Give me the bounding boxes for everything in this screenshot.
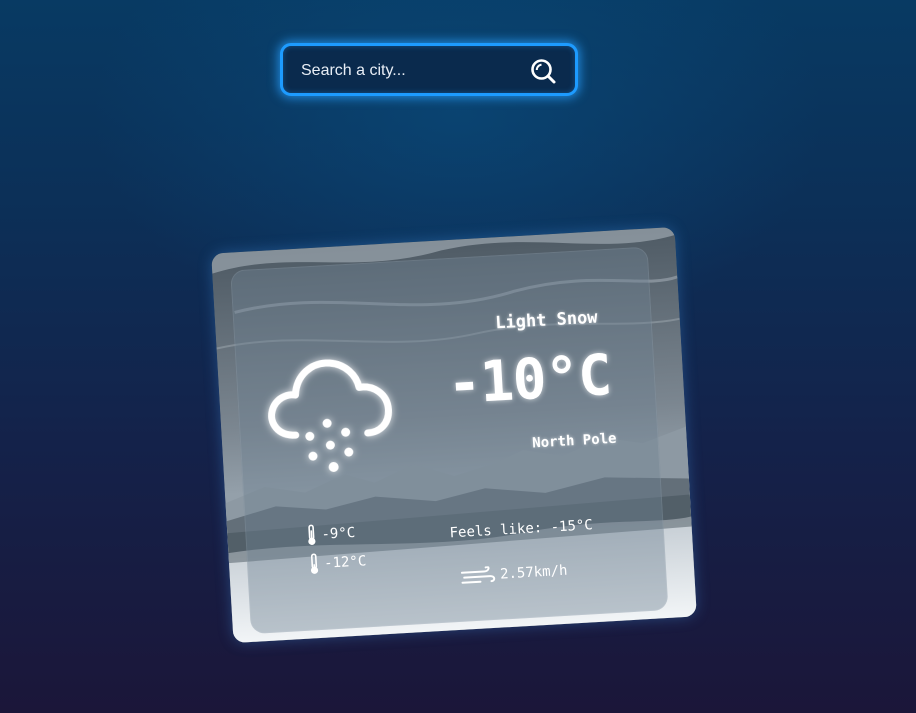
snow-cloud-icon	[261, 341, 398, 480]
temp-max-value: -9°C	[321, 524, 356, 543]
weather-card: Light Snow -10°C North Pole -9°C -12°C F…	[211, 226, 697, 644]
search-bar	[280, 43, 578, 96]
search-icon[interactable]	[529, 57, 557, 85]
search-input[interactable]	[299, 58, 523, 84]
current-temperature: -10°C	[445, 342, 613, 418]
temp-max: -9°C	[305, 522, 356, 547]
wind-speed: 2.57km/h	[499, 562, 568, 583]
thermometer-icon	[308, 553, 321, 576]
wind-icon	[460, 565, 497, 586]
temp-min: -12°C	[308, 550, 367, 575]
temp-min-value: -12°C	[323, 553, 367, 572]
thermometer-icon	[305, 524, 318, 547]
